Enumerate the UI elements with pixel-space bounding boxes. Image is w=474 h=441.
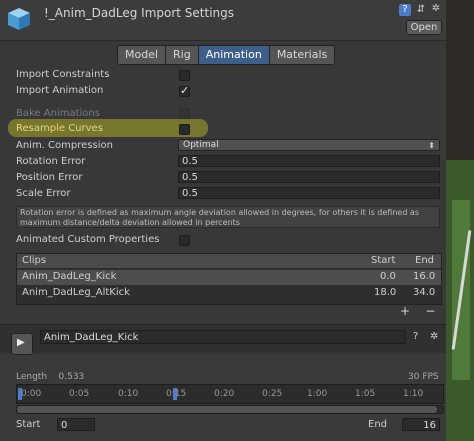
tab-materials[interactable]: Materials (269, 46, 335, 64)
tab-model[interactable]: Model (118, 46, 167, 64)
length-value: 0.533 (58, 372, 85, 382)
start-label: Start (16, 419, 41, 430)
help-small-icon[interactable]: ? (413, 331, 418, 342)
clip-row[interactable]: Anim_DadLeg_AltKick 18.0 34.0 (17, 286, 441, 301)
clips-header: Clips Start End (17, 254, 441, 268)
import-animation-checkbox[interactable] (179, 84, 190, 97)
clip-name: Anim_DadLeg_Kick (22, 271, 117, 282)
scene-view-background (446, 0, 474, 441)
position-error-field[interactable]: 0.5 (178, 171, 440, 183)
clip-name: Anim_DadLeg_AltKick (22, 287, 130, 298)
clip-start: 18.0 (374, 287, 397, 298)
resample-curves-checkbox[interactable] (179, 124, 190, 135)
timeline-ruler[interactable]: 0:00 0:05 0:10 0:15 0:20 0:25 1:00 1:05 … (16, 384, 444, 404)
clips-list: Clips Start End Anim_DadLeg_Kick 0.0 16.… (16, 253, 442, 305)
anim-compression-dropdown[interactable]: Optimal ⬍ (178, 139, 440, 151)
clip-end: 34.0 (413, 287, 436, 298)
clip-start: 0.0 (380, 271, 396, 282)
resample-curves-label: Resample Curves (16, 123, 103, 134)
import-constraints-label: Import Constraints (16, 69, 110, 80)
remove-clip-button[interactable]: − (425, 304, 435, 318)
animated-custom-properties-label: Animated Custom Properties (16, 234, 160, 245)
ruler-label: 0:05 (69, 389, 90, 399)
import-tabs: Model Rig Animation Materials (117, 45, 336, 65)
clips-column-name: Clips (22, 255, 47, 266)
start-frame-field[interactable]: 0 (57, 418, 95, 431)
ruler-label: 0:00 (21, 389, 42, 399)
tab-rig[interactable]: Rig (166, 46, 199, 64)
anim-compression-label: Anim. Compression (16, 140, 113, 151)
ruler-label: 0:25 (262, 389, 283, 399)
position-error-label: Position Error (16, 172, 83, 183)
scrollbar-thumb[interactable] (17, 406, 437, 413)
length-label: Length (16, 372, 48, 382)
clip-add-remove: + − (400, 304, 435, 318)
slider-icon[interactable]: ⇵ (415, 4, 427, 16)
error-info-box: Rotation error is defined as maximum ang… (16, 206, 440, 228)
fps-readout: 30 FPS (408, 372, 439, 382)
gear-icon[interactable]: ✲ (430, 3, 442, 15)
anim-compression-value: Optimal (183, 140, 219, 150)
timeline-scrollbar[interactable] (16, 405, 444, 414)
ruler-label: 1:00 (307, 389, 328, 399)
import-animation-label: Import Animation (16, 85, 104, 96)
scale-error-field[interactable]: 0.5 (178, 187, 440, 199)
add-clip-button[interactable]: + (400, 304, 410, 318)
help-icon[interactable]: ? (399, 4, 411, 16)
length-readout: Length 0.533 (16, 372, 84, 382)
ruler-label: 0:15 (166, 389, 187, 399)
clip-end: 16.0 (413, 271, 436, 282)
end-label: End (368, 419, 388, 430)
clips-column-start: Start (371, 255, 396, 266)
ruler-label: 0:20 (214, 389, 235, 399)
end-frame-field[interactable]: 16 (402, 418, 440, 431)
tab-animation[interactable]: Animation (198, 46, 270, 64)
rotation-error-field[interactable]: 0.5 (178, 155, 440, 167)
preview-clip-name-field[interactable]: Anim_DadLeg_Kick (40, 330, 406, 344)
play-button[interactable] (11, 333, 33, 355)
open-button[interactable]: Open (406, 20, 442, 35)
animated-custom-properties-checkbox[interactable] (179, 235, 190, 246)
dropdown-arrow-icon: ⬍ (428, 141, 435, 150)
import-constraints-checkbox[interactable] (179, 70, 190, 81)
scale-error-label: Scale Error (16, 188, 71, 199)
gear-small-icon[interactable]: ✲ (430, 331, 438, 342)
ruler-label: 1:05 (355, 389, 376, 399)
ruler-label: 0:10 (118, 389, 139, 399)
clips-column-end: End (415, 255, 435, 266)
model-cube-icon (8, 8, 30, 30)
bake-animations-label: Bake Animations (16, 108, 100, 119)
window-title: !_Anim_DadLeg Import Settings (44, 6, 235, 20)
rotation-error-label: Rotation Error (16, 156, 86, 167)
clip-row[interactable]: Anim_DadLeg_Kick 0.0 16.0 (17, 270, 441, 285)
ruler-label: 1:10 (403, 389, 424, 399)
